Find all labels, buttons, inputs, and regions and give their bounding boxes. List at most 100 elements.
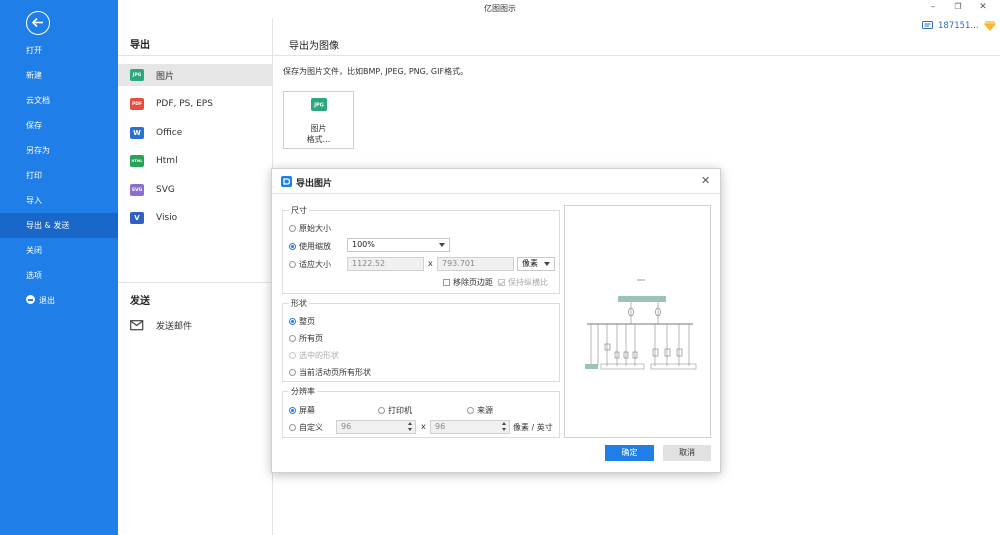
image-format-card[interactable]: JPG 图片 格式... <box>283 91 354 149</box>
times-sign: x <box>421 422 426 431</box>
checkbox-icon <box>443 279 450 286</box>
dpi-x-value: 96 <box>341 422 352 431</box>
width-input[interactable]: 1122.52 <box>347 257 424 271</box>
radio-icon <box>289 369 296 376</box>
checkbox-remove-margin[interactable]: 移除页边距 <box>443 277 493 288</box>
radio-icon <box>289 225 296 232</box>
shape-group-label: 形状 <box>289 298 309 309</box>
back-button[interactable] <box>26 11 50 35</box>
format-item-visio[interactable]: V Visio <box>118 207 273 229</box>
radio-label: 来源 <box>477 406 493 415</box>
user-name[interactable]: 187151... <box>938 21 979 31</box>
radio-icon <box>289 318 296 325</box>
unit-select[interactable]: 像素 <box>517 257 555 271</box>
spinner-icon[interactable] <box>501 422 508 432</box>
vip-diamond-icon[interactable] <box>983 21 996 31</box>
content-title: 导出为图像 <box>289 41 339 52</box>
visio-icon: V <box>130 212 144 224</box>
format-label: Visio <box>156 213 178 223</box>
pdf-icon: PDF <box>130 98 144 110</box>
zoom-select[interactable]: 100% <box>347 238 450 252</box>
checkbox-keep-ratio[interactable]: 保持纵横比 <box>498 277 548 288</box>
divider <box>273 55 1000 56</box>
diagram-thumbnail <box>585 279 697 370</box>
zoom-value: 100% <box>352 240 375 249</box>
resolution-group-label: 分辨率 <box>289 386 317 397</box>
restore-icon[interactable]: ❐ <box>951 2 965 11</box>
export-image-dialog: 导出图片 ✕ 尺寸 原始大小 使用缩放 100% 适应大小 1122.52 x … <box>271 168 721 473</box>
radio-use-zoom[interactable]: 使用缩放 <box>289 241 331 252</box>
content-description: 保存为图片文件，比如BMP, JPEG, PNG, GIF格式。 <box>283 67 469 76</box>
format-item-svg[interactable]: SVG SVG <box>118 179 273 201</box>
radio-original-size[interactable]: 原始大小 <box>289 223 331 234</box>
format-label: SVG <box>156 185 175 195</box>
radio-current-page-shapes[interactable]: 当前活动页所有形状 <box>289 367 371 378</box>
export-section-title: 导出 <box>130 40 150 51</box>
send-email-item[interactable]: 发送邮件 <box>118 314 273 336</box>
format-item-html[interactable]: HTML Html <box>118 150 273 172</box>
dpi-y-value: 96 <box>435 422 446 431</box>
menu-item-print[interactable]: 打印 <box>0 163 118 188</box>
menu-item-save[interactable]: 保存 <box>0 113 118 138</box>
radio-selected-shapes: 选中的形状 <box>289 350 339 361</box>
message-icon[interactable] <box>922 21 933 31</box>
user-area[interactable]: 187151... <box>922 19 996 33</box>
menu-item-save-as[interactable]: 另存为 <box>0 138 118 163</box>
dialog-close-icon[interactable]: ✕ <box>701 174 710 187</box>
svg-icon: SVG <box>130 184 144 196</box>
image-card-label: 图片 格式... <box>284 123 353 145</box>
radio-label: 原始大小 <box>299 224 331 233</box>
radio-source[interactable]: 来源 <box>467 405 493 416</box>
menu-item-exit[interactable]: 退出 <box>0 288 118 313</box>
app-logo-icon <box>281 176 292 187</box>
format-item-pdf[interactable]: PDF PDF, PS, EPS <box>118 93 273 115</box>
format-item-office[interactable]: W Office <box>118 122 273 144</box>
dialog-header: 导出图片 ✕ <box>272 169 720 194</box>
radio-custom[interactable]: 自定义 <box>289 422 323 433</box>
cancel-button[interactable]: 取消 <box>663 445 711 461</box>
arrow-left-icon <box>31 17 43 28</box>
radio-icon <box>289 261 296 268</box>
ok-button[interactable]: 确定 <box>605 445 654 461</box>
height-input[interactable]: 793.701 <box>437 257 514 271</box>
shape-group: 形状 整页 所有页 选中的形状 当前活动页所有形状 <box>282 298 560 382</box>
radio-fit-size[interactable]: 适应大小 <box>289 259 331 270</box>
card-label-line2: 格式... <box>306 135 331 144</box>
checkbox-icon <box>498 279 505 286</box>
format-label: Office <box>156 128 183 138</box>
menu-item-open[interactable]: 打开 <box>0 38 118 63</box>
close-window-icon[interactable]: ✕ <box>976 2 990 12</box>
size-group-label: 尺寸 <box>289 205 309 216</box>
divider <box>118 55 273 56</box>
radio-label: 所有页 <box>299 334 323 343</box>
menu-item-export-send[interactable]: 导出 & 发送 <box>0 213 118 238</box>
minimize-icon[interactable]: – <box>926 2 940 12</box>
dpi-y-input[interactable]: 96 <box>430 420 510 434</box>
format-label: 图片 <box>156 71 175 82</box>
word-icon: W <box>130 127 144 139</box>
menu-item-cloud-docs[interactable]: 云文档 <box>0 88 118 113</box>
radio-printer[interactable]: 打印机 <box>378 405 412 416</box>
spinner-icon[interactable] <box>407 422 414 432</box>
radio-whole-page[interactable]: 整页 <box>289 316 315 327</box>
format-item-image[interactable]: JPG 图片 <box>118 64 273 86</box>
menu-item-import[interactable]: 导入 <box>0 188 118 213</box>
menu-item-options[interactable]: 选项 <box>0 263 118 288</box>
radio-all-pages[interactable]: 所有页 <box>289 333 323 344</box>
file-menu-sidebar: 打开 新建 云文档 保存 另存为 打印 导入 导出 & 发送 关闭 选项 退出 <box>0 0 118 535</box>
times-sign: x <box>428 259 433 268</box>
menu-item-new[interactable]: 新建 <box>0 63 118 88</box>
exit-icon <box>26 295 35 304</box>
radio-label: 整页 <box>299 317 315 326</box>
format-label: PDF, PS, EPS <box>156 99 213 109</box>
dpi-x-input[interactable]: 96 <box>336 420 416 434</box>
send-section-title: 发送 <box>130 296 150 307</box>
radio-label: 当前活动页所有形状 <box>299 368 371 377</box>
exit-label: 退出 <box>39 296 55 305</box>
radio-screen[interactable]: 屏幕 <box>289 405 315 416</box>
radio-icon <box>289 407 296 414</box>
radio-label: 自定义 <box>299 423 323 432</box>
radio-label: 打印机 <box>388 406 412 415</box>
radio-label: 屏幕 <box>299 406 315 415</box>
menu-item-close[interactable]: 关闭 <box>0 238 118 263</box>
